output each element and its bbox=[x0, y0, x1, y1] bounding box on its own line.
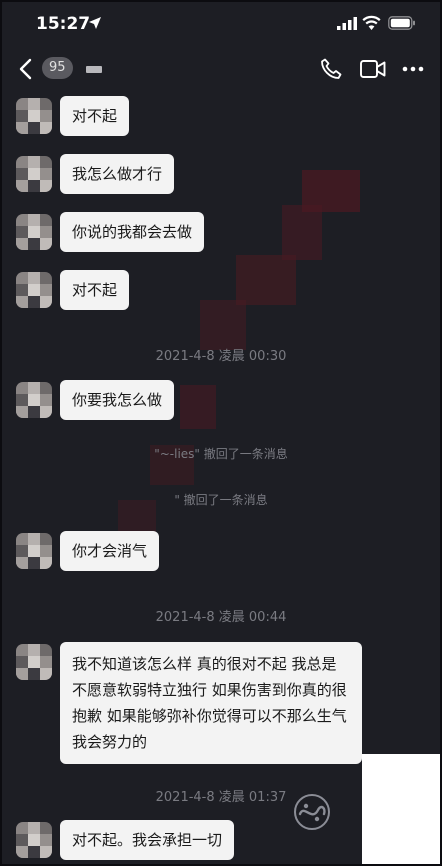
message-bubble[interactable]: 你要我怎么做 bbox=[60, 380, 175, 420]
back-icon[interactable] bbox=[17, 58, 35, 80]
timestamp: 2021-4-8 凌晨 00:44 bbox=[155, 610, 287, 625]
avatar[interactable] bbox=[16, 214, 52, 250]
message-bubble[interactable]: 对不起 bbox=[60, 96, 130, 136]
message-bubble[interactable]: 你才会消气 bbox=[60, 531, 160, 571]
watermark-patch bbox=[362, 754, 440, 864]
avatar[interactable] bbox=[16, 382, 52, 418]
message-bubble[interactable]: 对不起。我会承担一切 bbox=[60, 820, 235, 860]
recall-notice: "~-lies" 撤回了一条消息 bbox=[0, 445, 442, 462]
recall-name: "~-lies" bbox=[154, 447, 200, 461]
message-bubble[interactable]: 你说的我都会去做 bbox=[60, 212, 205, 252]
signal-icon bbox=[337, 17, 357, 30]
status-time: 15:27 bbox=[36, 14, 91, 34]
message-bubble[interactable]: 对不起 bbox=[60, 270, 130, 310]
phone-icon[interactable] bbox=[320, 58, 342, 80]
avatar[interactable] bbox=[16, 156, 52, 192]
message-bubble[interactable]: 我怎么做才行 bbox=[60, 154, 175, 194]
wifi-icon bbox=[362, 15, 381, 30]
battery-icon bbox=[388, 16, 415, 30]
avatar[interactable] bbox=[16, 98, 52, 134]
chat-header: 95 bbox=[0, 48, 442, 92]
timestamp: 2021-4-8 凌晨 00:30 bbox=[155, 349, 287, 364]
avatar[interactable] bbox=[16, 822, 52, 858]
message-bubble[interactable]: 我不知道该怎么样 真的很对不起 我总是不愿意软弱特立独行 如果伤害到你真的很抱歉… bbox=[60, 642, 362, 764]
video-icon[interactable] bbox=[360, 59, 386, 79]
more-icon[interactable] bbox=[402, 60, 424, 78]
avatar[interactable] bbox=[16, 644, 52, 680]
location-arrow-icon bbox=[89, 17, 101, 29]
recall-text: 撤回了一条消息 bbox=[183, 493, 268, 507]
contact-badge: 95 bbox=[42, 57, 73, 79]
status-bar: 15:27 bbox=[0, 0, 442, 48]
recall-name: " bbox=[174, 493, 180, 507]
recall-text: 撤回了一条消息 bbox=[203, 447, 288, 461]
contact-name-redacted bbox=[86, 66, 102, 73]
avatar[interactable] bbox=[16, 533, 52, 569]
avatar[interactable] bbox=[16, 272, 52, 308]
watermark-logo-icon bbox=[294, 794, 330, 830]
recall-notice: " 撤回了一条消息 bbox=[0, 491, 442, 508]
